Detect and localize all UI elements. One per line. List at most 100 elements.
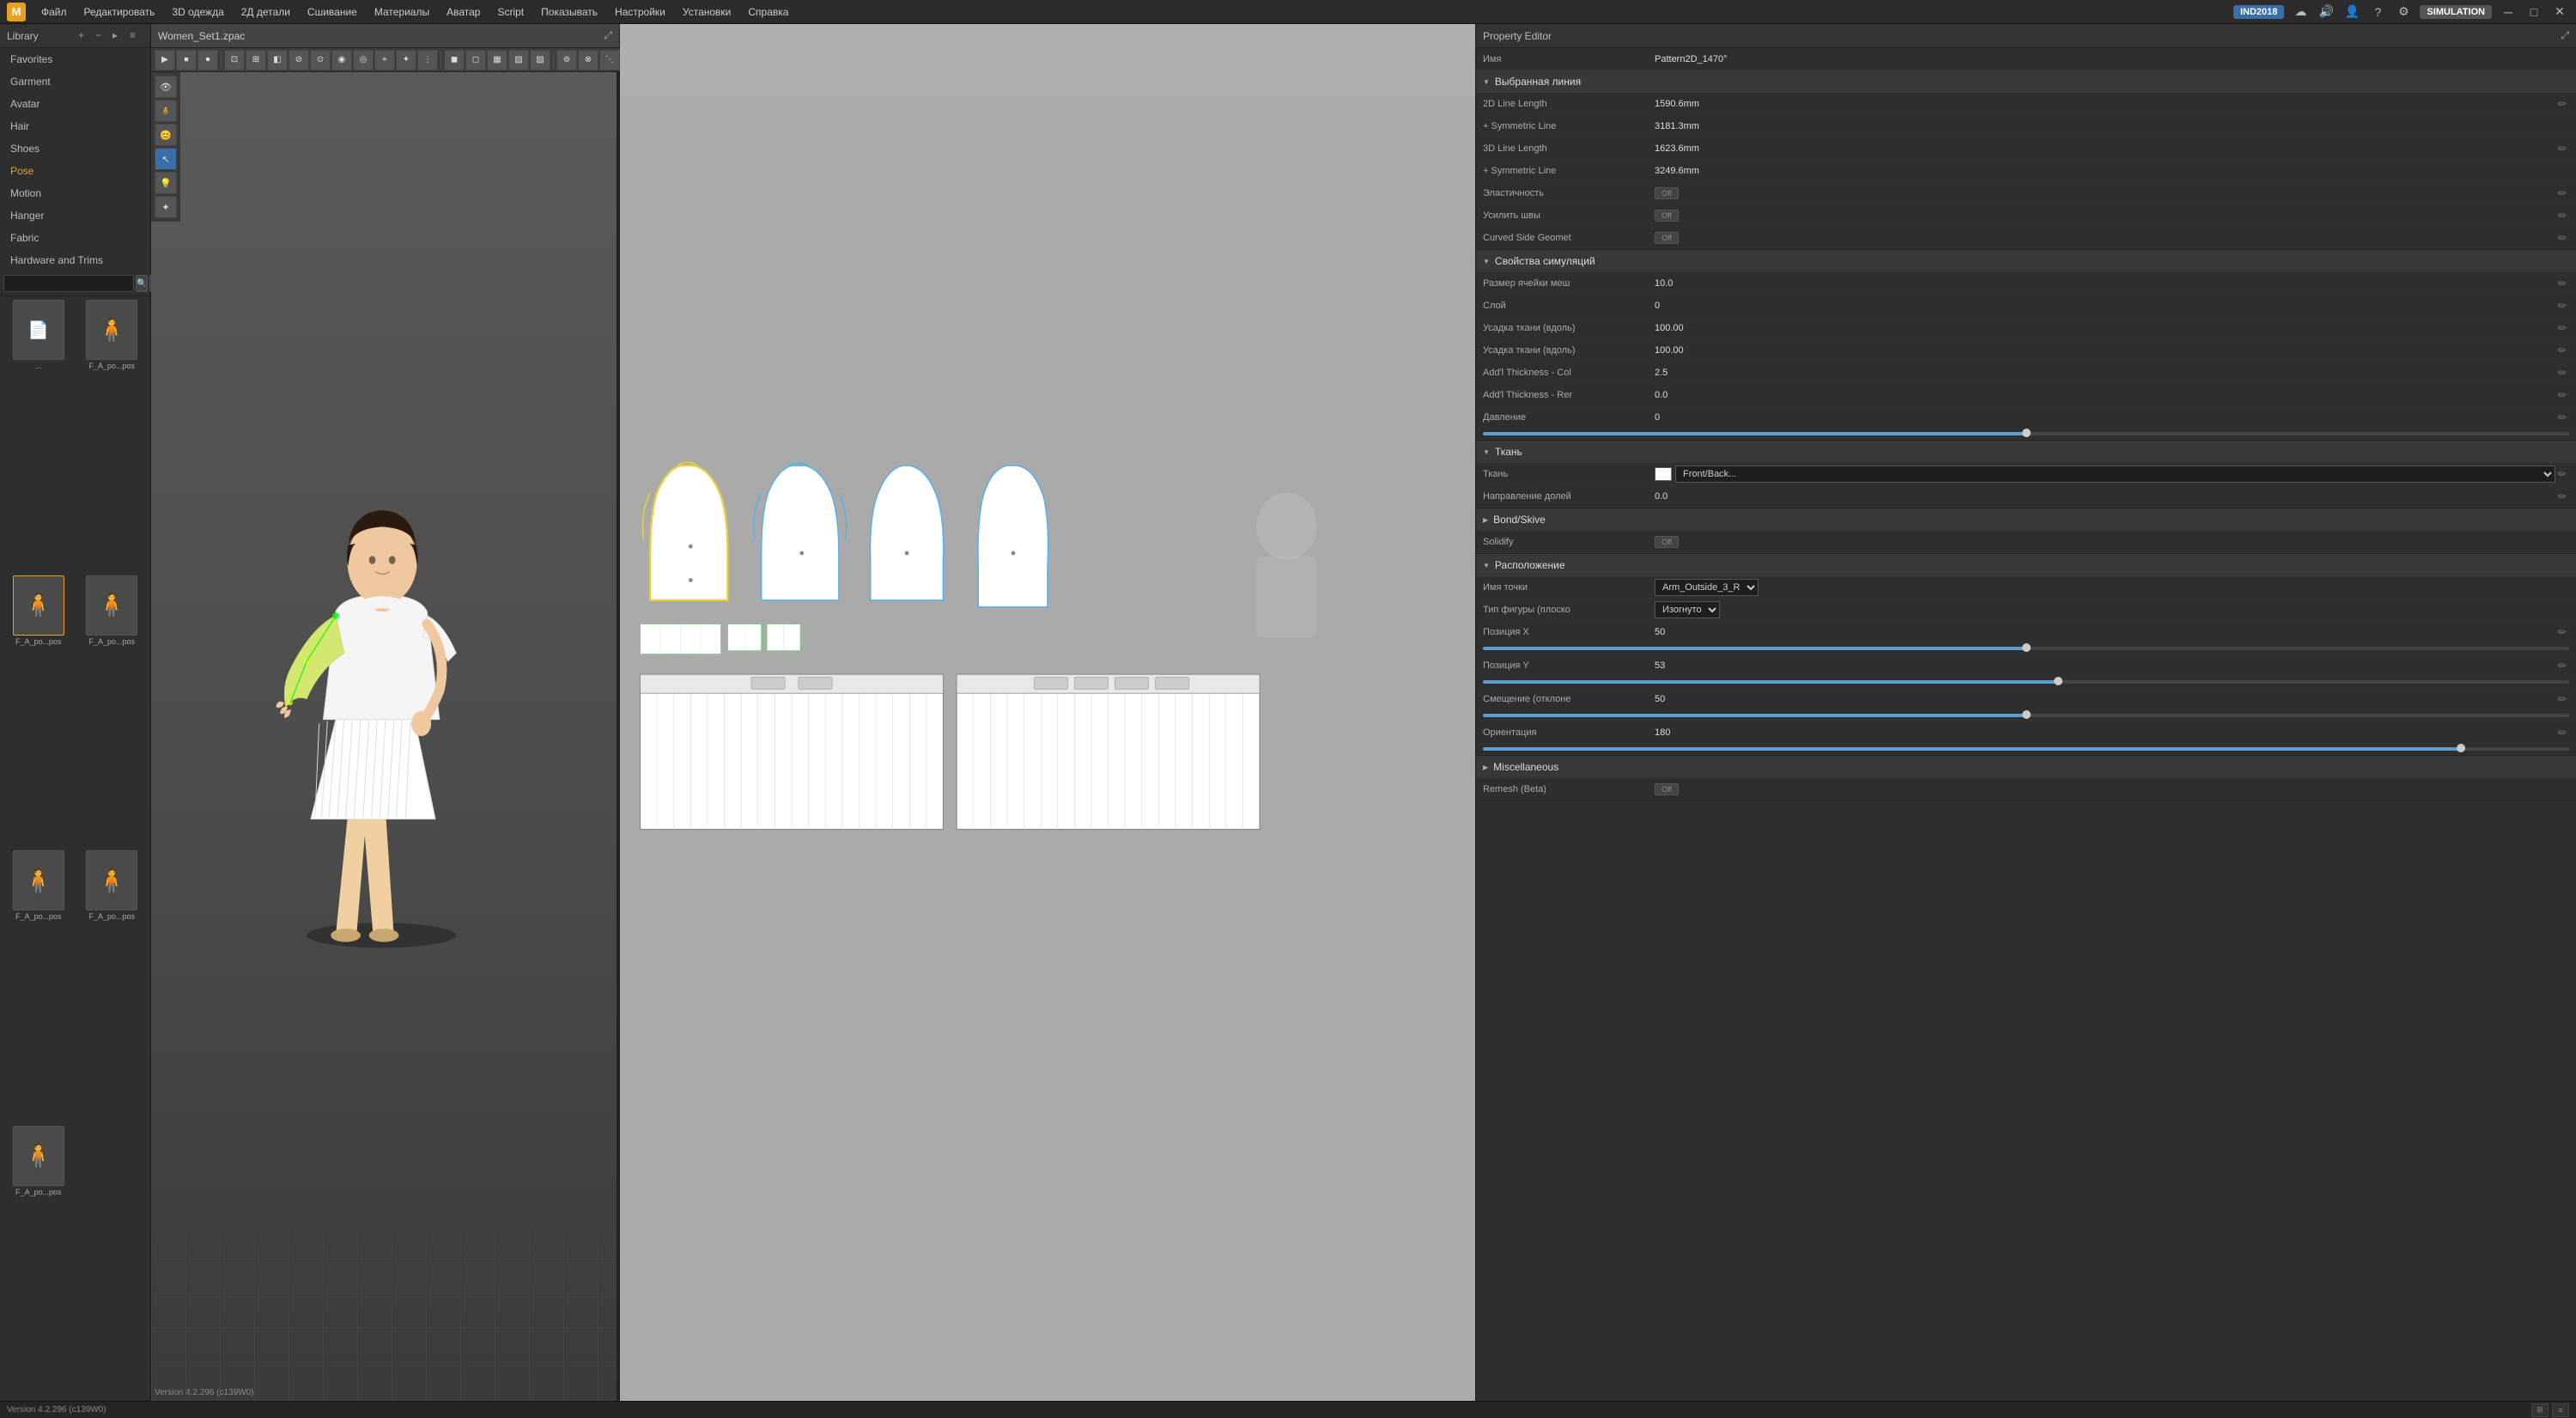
pos-x-slider[interactable] [1483,647,2569,650]
menu-help[interactable]: Справка [741,4,795,20]
nav-avatar[interactable]: Avatar [0,93,150,115]
mat-btn4[interactable]: ▧ [508,50,529,70]
nav-shoes[interactable]: Shoes [0,137,150,160]
list-item[interactable]: 🧍 F_A_po...pos [3,575,74,848]
elasticity-toggle[interactable]: Off [1655,187,2555,199]
expand-3d-icon[interactable]: ⤢ [604,29,612,42]
menu-sew[interactable]: Сшивание [301,4,364,20]
menu-materials[interactable]: Материалы [368,4,436,20]
edit-icon[interactable]: ✏ [2555,231,2569,245]
search-input[interactable] [3,275,134,292]
point-name-dropdown[interactable]: Arm_Outside_3_R [1655,579,1759,596]
list-item[interactable]: 🧍 F_A_po...pos [77,300,148,572]
edit-icon[interactable]: ✏ [2555,299,2569,313]
simulation-section-header[interactable]: ▼ Свойства симуляций [1476,250,2576,272]
edit-icon[interactable]: ✏ [2555,490,2569,503]
selected-line-header[interactable]: ▼ Выбранная линия [1476,70,2576,93]
edit-icon[interactable]: ✏ [2555,411,2569,424]
list-status-btn[interactable]: ≡ [2552,1403,2569,1417]
remesh-toggle[interactable]: Off [1655,783,2569,795]
expand-prop-icon[interactable]: ⤢ [2561,29,2569,42]
close-icon[interactable]: ✕ [2550,3,2569,21]
edit-icon[interactable]: ✏ [2555,467,2569,481]
view-btn9[interactable]: ✦ [396,50,416,70]
nav-favorites[interactable]: Favorites [0,48,150,70]
simulation-badge[interactable]: SIMULATION [2420,5,2492,19]
menu-3d[interactable]: 3D одежда [165,4,230,20]
list-item[interactable]: 🧍 F_A_po...pos [77,850,148,1123]
orientation-thumb[interactable] [2457,744,2465,752]
pos-y-slider[interactable] [1483,680,2569,684]
orientation-slider[interactable] [1483,747,2569,751]
edit-icon[interactable]: ✏ [2555,366,2569,380]
menu-edit[interactable]: Редактировать [77,4,162,20]
search-button[interactable]: 🔍 [136,275,148,292]
figure-type-dropdown[interactable]: Изогнуто [1655,601,1720,618]
solidify-toggle[interactable]: Off [1655,536,2569,548]
fabric-dropdown[interactable]: Front/Back... [1675,466,2555,483]
nav-hanger[interactable]: Hanger [0,204,150,227]
list-item[interactable]: 🧍 F_A_po...pos [3,1126,74,1398]
edit-icon[interactable]: ✏ [2555,388,2569,402]
minus-icon[interactable]: − [95,29,109,43]
nav-motion[interactable]: Motion [0,182,150,204]
fabric-section-header[interactable]: ▼ Ткань [1476,441,2576,463]
edit-icon[interactable]: ✏ [2555,142,2569,155]
mat-btn5[interactable]: ▨ [530,50,550,70]
list-item[interactable]: 🧍 F_A_po...pos [77,575,148,848]
avatar-btn[interactable]: 🧍 [155,100,177,122]
minimize-icon[interactable]: ─ [2499,3,2518,21]
menu-install[interactable]: Установки [676,4,738,20]
offset-thumb[interactable] [2022,710,2031,719]
more-btn2[interactable]: ⊗ [578,50,598,70]
more-btn3[interactable]: ⋱ [599,50,620,70]
view-btn7[interactable]: ◎ [353,50,374,70]
pattern-window[interactable] [620,24,1475,1401]
sim-btn3[interactable]: ⏺ [197,50,218,70]
edit-icon[interactable]: ✏ [2555,209,2569,222]
mat-btn2[interactable]: ◻ [465,50,486,70]
expand-icon[interactable]: ▸ [112,29,126,43]
menu-file[interactable]: Файл [34,4,74,20]
maximize-icon[interactable]: □ [2524,3,2543,21]
view-btn8[interactable]: ⌖ [374,50,395,70]
select-btn[interactable]: ↖ [155,148,177,170]
list-item[interactable]: 📄 ... [3,300,74,572]
sim-btn1[interactable]: ▶ [155,50,175,70]
light2-btn[interactable]: 💡 [155,172,177,194]
split-handle[interactable] [617,72,620,1401]
mat-btn3[interactable]: ▦ [487,50,507,70]
menu-avatar[interactable]: Аватар [440,4,487,20]
nav-fabric[interactable]: Fabric [0,227,150,249]
add-icon[interactable]: + [78,29,92,43]
misc-section-header[interactable]: ▶ Miscellaneous [1476,756,2576,778]
nav-garment[interactable]: Garment [0,70,150,93]
view-btn5[interactable]: ⊙ [310,50,331,70]
view-btn10[interactable]: ⋮ [417,50,438,70]
menu-2d[interactable]: 2Д детали [234,4,297,20]
speaker-icon[interactable]: 🔊 [2317,3,2336,21]
face-btn[interactable]: 😊 [155,124,177,146]
pressure-slider-thumb[interactable] [2022,429,2031,437]
view-btn6[interactable]: ◉ [331,50,352,70]
edit-icon[interactable]: ✏ [2555,625,2569,639]
edit-icon[interactable]: ✏ [2555,186,2569,200]
help-icon[interactable]: ? [2368,3,2387,21]
menu-settings[interactable]: Настройки [608,4,672,20]
cloud-icon[interactable]: ☁ [2291,3,2310,21]
menu-script[interactable]: Script [490,4,531,20]
nav-hair[interactable]: Hair [0,115,150,137]
nav-pose[interactable]: Pose [0,160,150,182]
edit-icon[interactable]: ✏ [2555,692,2569,706]
edit-icon[interactable]: ✏ [2555,277,2569,290]
offset-slider[interactable] [1483,714,2569,717]
sim-btn2[interactable]: ⏹ [176,50,197,70]
extra-btn[interactable]: ✦ [155,196,177,218]
edit-icon[interactable]: ✏ [2555,97,2569,111]
list-item[interactable]: 🧍 F_A_po...pos [3,850,74,1123]
curved-toggle[interactable]: Off [1655,232,2555,244]
mat-btn1[interactable]: ◼ [444,50,465,70]
view-btn2[interactable]: ⊞ [246,50,266,70]
nav-hardware[interactable]: Hardware and Trims [0,249,150,271]
pressure-slider[interactable] [1483,432,2569,435]
